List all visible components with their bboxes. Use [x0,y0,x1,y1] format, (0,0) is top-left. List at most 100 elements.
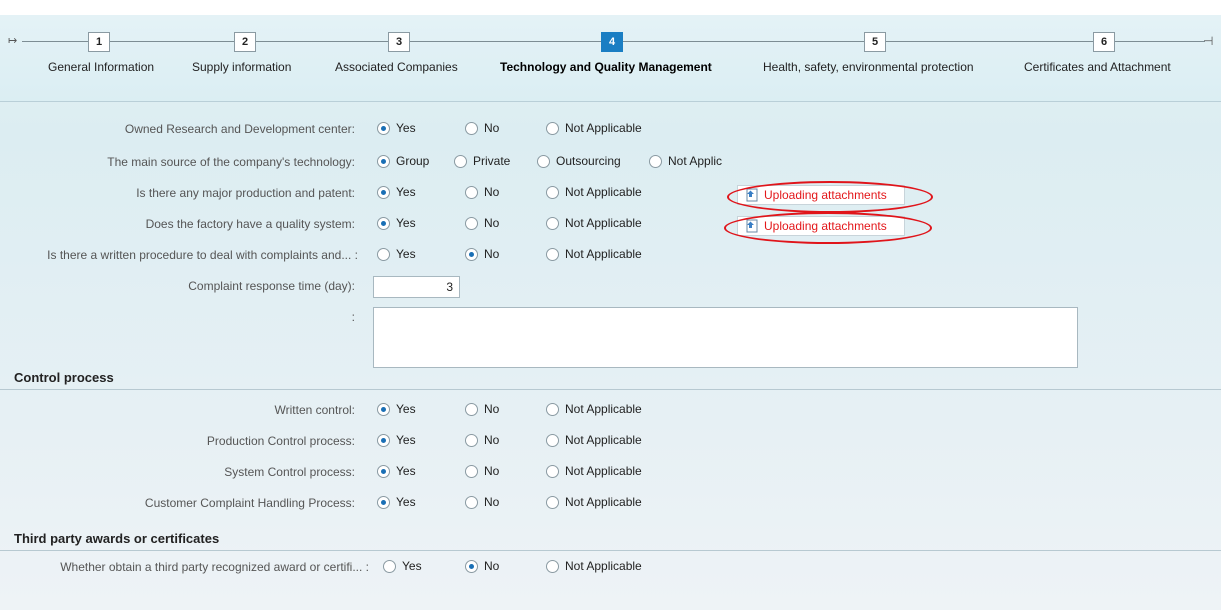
complaint-procedure-option-no[interactable]: No [465,247,499,261]
radio-icon[interactable] [377,248,390,261]
patent-label: Is there any major production and patent… [136,186,355,200]
patent-option-na[interactable]: Not Applicable [546,185,642,199]
supplier-questionnaire: ↦ ⊣ 1 General Information 2 Supply infor… [0,15,1221,610]
radio-icon[interactable] [465,434,478,447]
patent-option-no[interactable]: No [465,185,499,199]
step-connector [22,41,88,42]
step-connector [1115,41,1205,42]
radio-icon[interactable] [465,186,478,199]
written-control-row: Written control: Yes No Not Applicable [0,399,1221,423]
notes-label: : [351,310,355,324]
radio-icon[interactable] [546,403,559,416]
radio-icon[interactable] [454,155,467,168]
step-1-number[interactable]: 1 [88,32,110,52]
tech-source-option-not-applic[interactable]: Not Applic [649,154,722,168]
rd-center-label: Owned Research and Development center: [124,122,355,136]
rd-center-option-no[interactable]: No [465,121,499,135]
response-time-row: Complaint response time (day): [0,275,1221,299]
rd-center-option-na[interactable]: Not Applicable [546,121,642,135]
rd-center-option-yes[interactable]: Yes [377,121,416,135]
control-process-title: Control process [14,370,114,385]
step-6-number[interactable]: 6 [1093,32,1115,52]
complaint-procedure-option-na[interactable]: Not Applicable [546,247,642,261]
step-1-label[interactable]: General Information [48,60,154,74]
complaint-handling-row: Customer Complaint Handling Process: Yes… [0,492,1221,516]
nav-start-icon[interactable]: ↦ [8,35,17,47]
radio-icon[interactable] [546,217,559,230]
step-connector [110,41,234,42]
radio-icon[interactable] [465,496,478,509]
third-party-award-option-no[interactable]: No [465,559,499,573]
section-divider [0,550,1221,551]
radio-icon[interactable] [546,122,559,135]
system-control-option-na[interactable]: Not Applicable [546,464,642,478]
radio-icon[interactable] [465,217,478,230]
radio-icon[interactable] [546,496,559,509]
production-control-option-no[interactable]: No [465,433,499,447]
radio-selected-icon[interactable] [377,465,390,478]
nav-end-icon[interactable]: ⊣ [1203,35,1213,47]
response-time-label: Complaint response time (day): [188,279,355,293]
production-control-row: Production Control process: Yes No Not A… [0,430,1221,454]
radio-icon[interactable] [649,155,662,168]
highlight-ellipse [727,181,933,213]
tech-source-option-group[interactable]: Group [377,154,429,168]
tech-source-option-private[interactable]: Private [454,154,510,168]
patent-option-yes[interactable]: Yes [377,185,416,199]
production-control-option-yes[interactable]: Yes [377,433,416,447]
radio-icon[interactable] [465,465,478,478]
radio-selected-icon[interactable] [377,496,390,509]
complaint-procedure-option-yes[interactable]: Yes [377,247,416,261]
system-control-label: System Control process: [224,465,355,479]
complaint-procedure-row: Is there a written procedure to deal wit… [0,244,1221,268]
radio-selected-icon[interactable] [377,403,390,416]
step-connector [623,41,864,42]
step-3-label[interactable]: Associated Companies [335,60,458,74]
radio-icon[interactable] [546,560,559,573]
radio-icon[interactable] [383,560,396,573]
tech-source-row: The main source of the company's technol… [0,151,1221,175]
production-control-option-na[interactable]: Not Applicable [546,433,642,447]
third-party-award-option-yes[interactable]: Yes [383,559,422,573]
written-control-option-na[interactable]: Not Applicable [546,402,642,416]
radio-icon[interactable] [546,465,559,478]
radio-selected-icon[interactable] [377,155,390,168]
third-party-award-option-na[interactable]: Not Applicable [546,559,642,573]
written-control-option-yes[interactable]: Yes [377,402,416,416]
step-5-label[interactable]: Health, safety, environmental protection [763,60,974,74]
system-control-option-yes[interactable]: Yes [377,464,416,478]
step-4-label[interactable]: Technology and Quality Management [500,60,712,74]
step-connector [410,41,601,42]
step-4-number[interactable]: 4 [601,32,623,52]
response-time-input[interactable] [373,276,460,298]
radio-selected-icon[interactable] [377,122,390,135]
notes-textarea[interactable] [373,307,1078,368]
step-6-label[interactable]: Certificates and Attachment [1024,60,1171,74]
system-control-option-no[interactable]: No [465,464,499,478]
complaint-handling-option-na[interactable]: Not Applicable [546,495,642,509]
step-5-number[interactable]: 5 [864,32,886,52]
written-control-option-no[interactable]: No [465,402,499,416]
radio-selected-icon[interactable] [465,560,478,573]
tech-source-option-outsourcing[interactable]: Outsourcing [537,154,621,168]
radio-selected-icon[interactable] [465,248,478,261]
quality-system-option-na[interactable]: Not Applicable [546,216,642,230]
complaint-handling-option-yes[interactable]: Yes [377,495,416,509]
radio-icon[interactable] [465,122,478,135]
radio-selected-icon[interactable] [377,217,390,230]
radio-icon[interactable] [465,403,478,416]
step-3-number[interactable]: 3 [388,32,410,52]
step-2-number[interactable]: 2 [234,32,256,52]
system-control-row: System Control process: Yes No Not Appli… [0,461,1221,485]
radio-icon[interactable] [537,155,550,168]
step-2-label[interactable]: Supply information [192,60,291,74]
complaint-handling-option-no[interactable]: No [465,495,499,509]
radio-selected-icon[interactable] [377,186,390,199]
radio-icon[interactable] [546,186,559,199]
radio-icon[interactable] [546,434,559,447]
radio-icon[interactable] [546,248,559,261]
radio-selected-icon[interactable] [377,434,390,447]
tech-source-label: The main source of the company's technol… [107,155,355,169]
quality-system-option-no[interactable]: No [465,216,499,230]
quality-system-option-yes[interactable]: Yes [377,216,416,230]
